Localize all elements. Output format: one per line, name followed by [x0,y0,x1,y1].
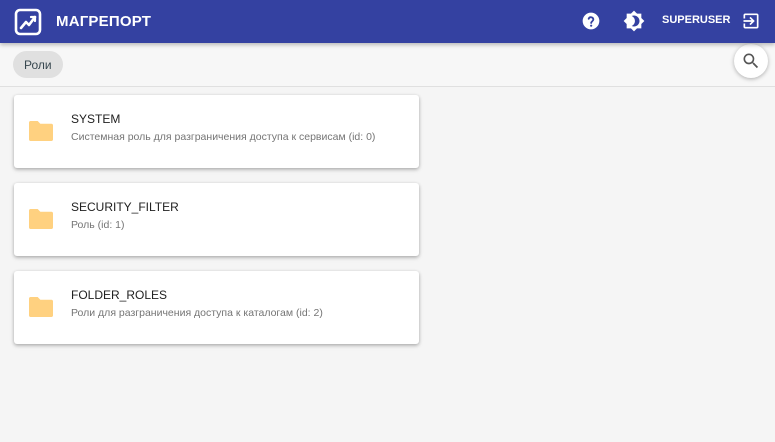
theme-toggle-button[interactable] [623,10,645,32]
logout-icon [743,13,759,29]
help-circle-icon [582,12,600,30]
brightness-icon [623,10,645,32]
folder-icon [29,209,53,229]
folder-icon [29,297,53,317]
role-name: FOLDER_ROLES [71,288,168,302]
logout-button[interactable] [740,10,762,32]
role-card-system[interactable]: SYSTEM Системная роль для разграничения … [14,95,419,168]
folder-icon [29,121,53,141]
search-icon [743,53,759,69]
role-name: SECURITY_FILTER [71,200,179,214]
help-button[interactable] [580,10,602,32]
breadcrumb-bar: Роли [0,43,775,87]
breadcrumb-label: Роли [24,57,52,72]
role-card-folder-roles[interactable]: FOLDER_ROLES Роли для разграничения дост… [14,271,419,344]
role-description: Системная роль для разграничения доступа… [71,131,376,143]
role-name: SYSTEM [71,112,121,126]
role-card-security-filter[interactable]: SECURITY_FILTER Роль (id: 1) [14,183,419,256]
search-button[interactable] [734,44,768,78]
app-bar: МАГРЕПОРТ SUPERUSER [0,0,775,43]
role-description: Роли для разграничения доступа к каталог… [71,307,323,319]
username-label[interactable]: SUPERUSER [662,14,730,26]
app-title: МАГРЕПОРТ [56,13,152,30]
role-description: Роль (id: 1) [71,219,125,231]
chart-logo-icon[interactable] [14,8,42,36]
breadcrumb-roles[interactable]: Роли [13,51,63,78]
